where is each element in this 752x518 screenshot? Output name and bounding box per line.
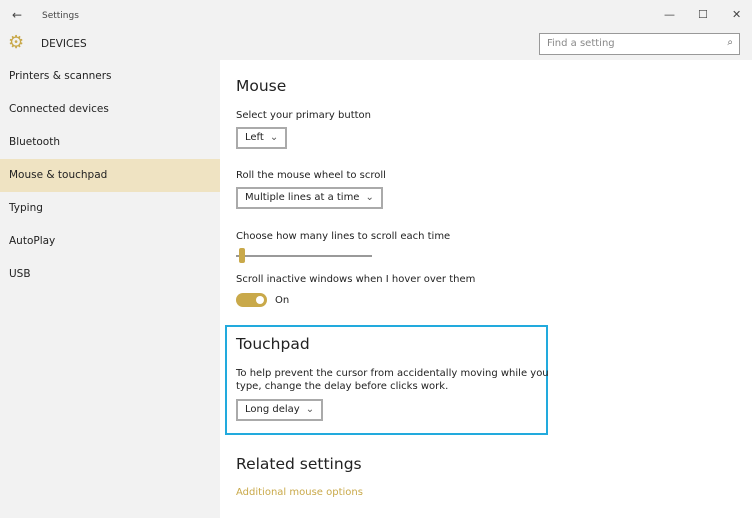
dropdown-value: Multiple lines at a time	[245, 192, 360, 203]
sidebar-item-autoplay[interactable]: AutoPlay	[0, 225, 220, 258]
chevron-down-icon: ⌄	[365, 192, 374, 203]
primary-button-dropdown[interactable]: Left ⌄	[236, 127, 288, 149]
primary-button-label: Select your primary button	[236, 110, 371, 121]
sidebar-item-printers[interactable]: Printers & scanners	[0, 60, 220, 93]
dropdown-value: Long delay	[245, 404, 300, 415]
sidebar-item-mouse-touchpad[interactable]: Mouse & touchpad	[0, 159, 220, 192]
dropdown-value: Left	[245, 132, 264, 143]
sidebar-item-connected-devices[interactable]: Connected devices	[0, 93, 220, 126]
sidebar-item-bluetooth[interactable]: Bluetooth	[0, 126, 220, 159]
wheel-scroll-label: Roll the mouse wheel to scroll	[236, 170, 386, 181]
additional-mouse-options-link[interactable]: Additional mouse options	[236, 487, 363, 498]
search-placeholder: Find a setting	[547, 38, 615, 49]
related-settings-heading: Related settings	[236, 455, 362, 473]
sidebar-item-usb[interactable]: USB	[0, 258, 220, 291]
lines-slider-track[interactable]	[236, 255, 372, 257]
lines-slider-thumb[interactable]	[239, 248, 245, 263]
minimize-button[interactable]: —	[664, 8, 675, 21]
touchpad-description-line1: To help prevent the cursor from accident…	[236, 368, 549, 379]
window-title: Settings	[42, 11, 79, 21]
title-bar: ← Settings — ☐ ✕ ⚙ DEVICES Find a settin…	[0, 0, 752, 60]
gear-icon: ⚙	[8, 32, 25, 53]
toggle-knob	[256, 296, 264, 304]
inactive-scroll-toggle[interactable]	[236, 293, 267, 307]
chevron-down-icon: ⌄	[269, 132, 279, 143]
sidebar: Printers & scanners Connected devices Bl…	[0, 60, 220, 518]
page-title: DEVICES	[41, 38, 87, 50]
mouse-heading: Mouse	[236, 77, 287, 95]
touchpad-delay-dropdown[interactable]: Long delay ⌄	[236, 399, 324, 421]
search-icon[interactable]: ⌕	[727, 37, 733, 48]
lines-scroll-label: Choose how many lines to scroll each tim…	[236, 231, 451, 242]
touchpad-description-line2: type, change the delay before clicks wor…	[236, 381, 449, 392]
sidebar-item-typing[interactable]: Typing	[0, 192, 220, 225]
search-input[interactable]: Find a setting ⌕	[539, 33, 740, 55]
back-button[interactable]: ←	[12, 8, 22, 22]
close-button[interactable]: ✕	[732, 8, 741, 21]
wheel-scroll-dropdown[interactable]: Multiple lines at a time ⌄	[236, 187, 383, 209]
touchpad-heading: Touchpad	[236, 335, 310, 353]
inactive-scroll-label: Scroll inactive windows when I hover ove…	[236, 274, 476, 285]
chevron-down-icon: ⌄	[305, 404, 315, 415]
maximize-button[interactable]: ☐	[698, 8, 708, 21]
toggle-state: On	[275, 295, 290, 306]
